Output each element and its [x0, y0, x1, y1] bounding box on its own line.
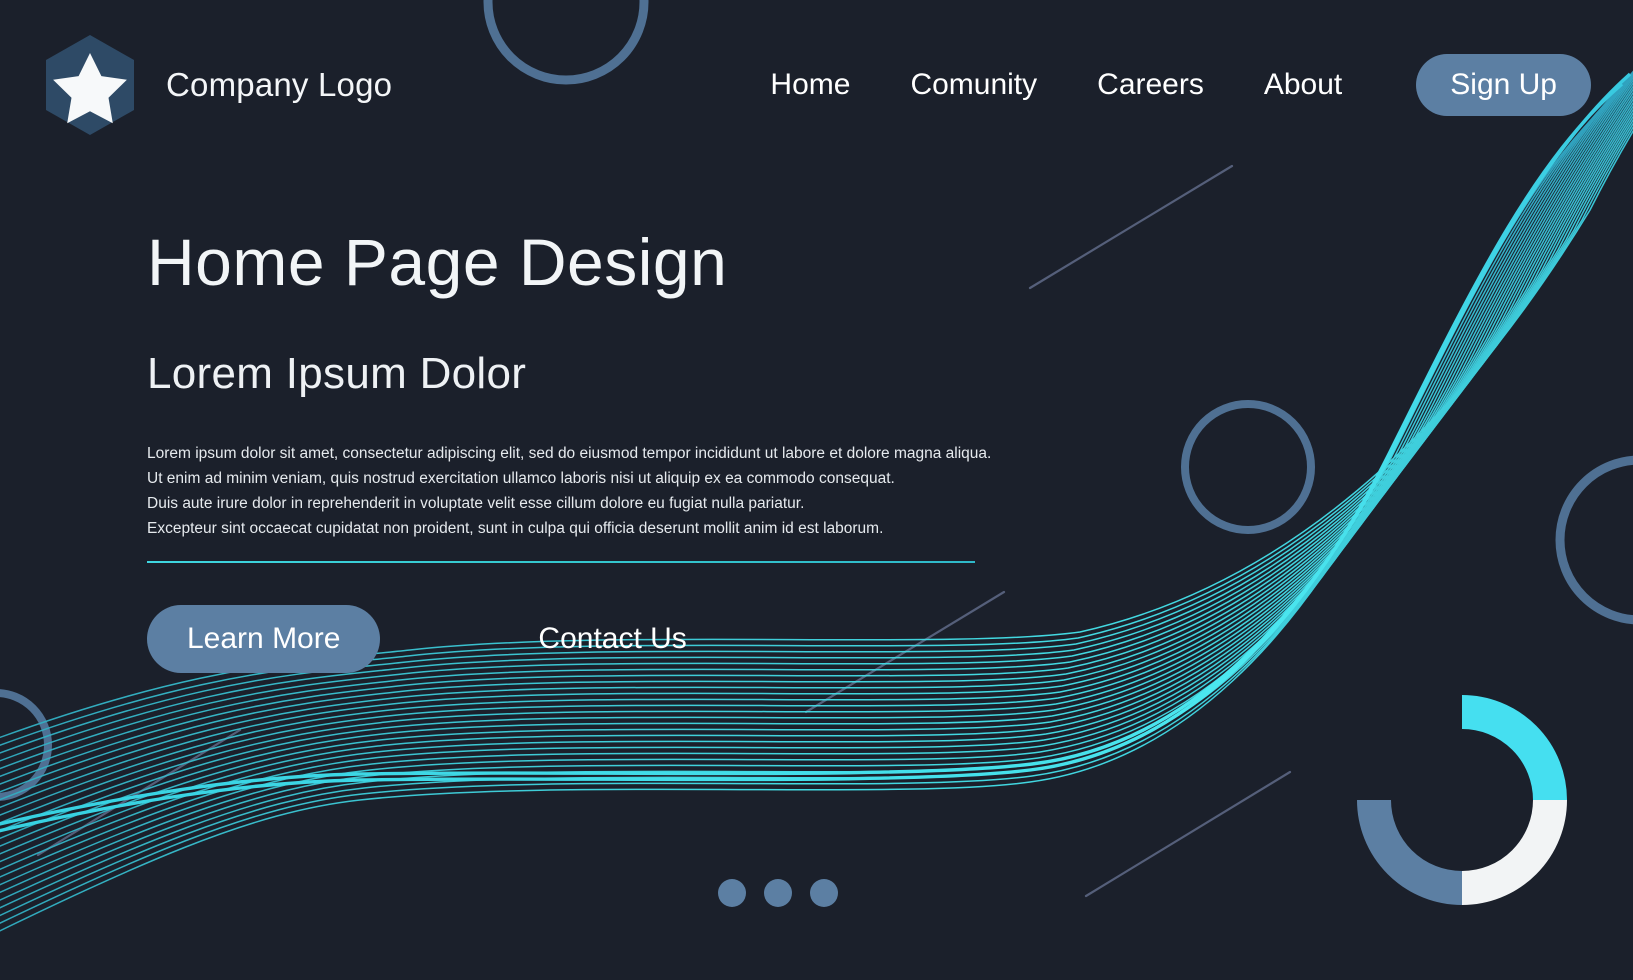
- hexagon-star-icon: [42, 33, 138, 137]
- pagination-dot-3[interactable]: [810, 879, 838, 907]
- paragraph-line: Ut enim ad minim veniam, quis nostrud ex…: [147, 470, 895, 488]
- nav-link-careers[interactable]: Careers: [1067, 62, 1234, 108]
- diagonal-line-1: [1028, 164, 1234, 290]
- landing-page: Company Logo Home Comunity Careers About…: [0, 0, 1633, 980]
- nav-link-about[interactable]: About: [1234, 62, 1372, 108]
- ring-segment-white: [1461, 799, 1567, 905]
- paragraph-line: Excepteur sint occaecat cupidatat non pr…: [147, 520, 884, 538]
- segmented-ring: [1357, 695, 1567, 905]
- paragraph-line: Lorem ipsum dolor sit amet, consectetur …: [147, 445, 992, 463]
- diagonal-line-3: [36, 728, 242, 857]
- ring-segment-cyan: [1461, 695, 1567, 801]
- cta-row: Learn More Contact Us: [147, 605, 1047, 674]
- sign-up-button[interactable]: Sign Up: [1416, 54, 1591, 116]
- hero-paragraph: Lorem ipsum dolor sit amet, consectetur …: [147, 441, 992, 541]
- brand-name: Company Logo: [166, 66, 393, 103]
- section-divider: [147, 561, 975, 564]
- main-navigation: Home Comunity Careers About Sign Up: [740, 54, 1591, 116]
- paragraph-line: Duis aute irure dolor in reprehenderit i…: [147, 495, 805, 513]
- contact-us-link[interactable]: Contact Us: [538, 622, 686, 656]
- diagonal-line-4: [1084, 770, 1292, 898]
- page-subtitle: Lorem Ipsum Dolor: [147, 349, 527, 399]
- pagination-dot-2[interactable]: [764, 879, 792, 907]
- hero-section: Home Page Design Lorem Ipsum Dolor Lorem…: [147, 225, 1047, 674]
- ring-segment-slate: [1357, 799, 1463, 905]
- nav-link-home[interactable]: Home: [740, 62, 880, 108]
- brand-logo[interactable]: Company Logo: [42, 33, 392, 137]
- circle-outline-right-edge: [1555, 455, 1633, 625]
- circle-outline-mid-right: [1181, 400, 1315, 534]
- circle-outline-left-edge: [0, 689, 52, 801]
- carousel-pagination: [718, 879, 838, 907]
- learn-more-button[interactable]: Learn More: [147, 605, 381, 674]
- nav-link-comunity[interactable]: Comunity: [880, 62, 1067, 108]
- site-header: Company Logo Home Comunity Careers About…: [0, 0, 1633, 170]
- pagination-dot-1[interactable]: [718, 879, 746, 907]
- page-title: Home Page Design: [147, 225, 728, 299]
